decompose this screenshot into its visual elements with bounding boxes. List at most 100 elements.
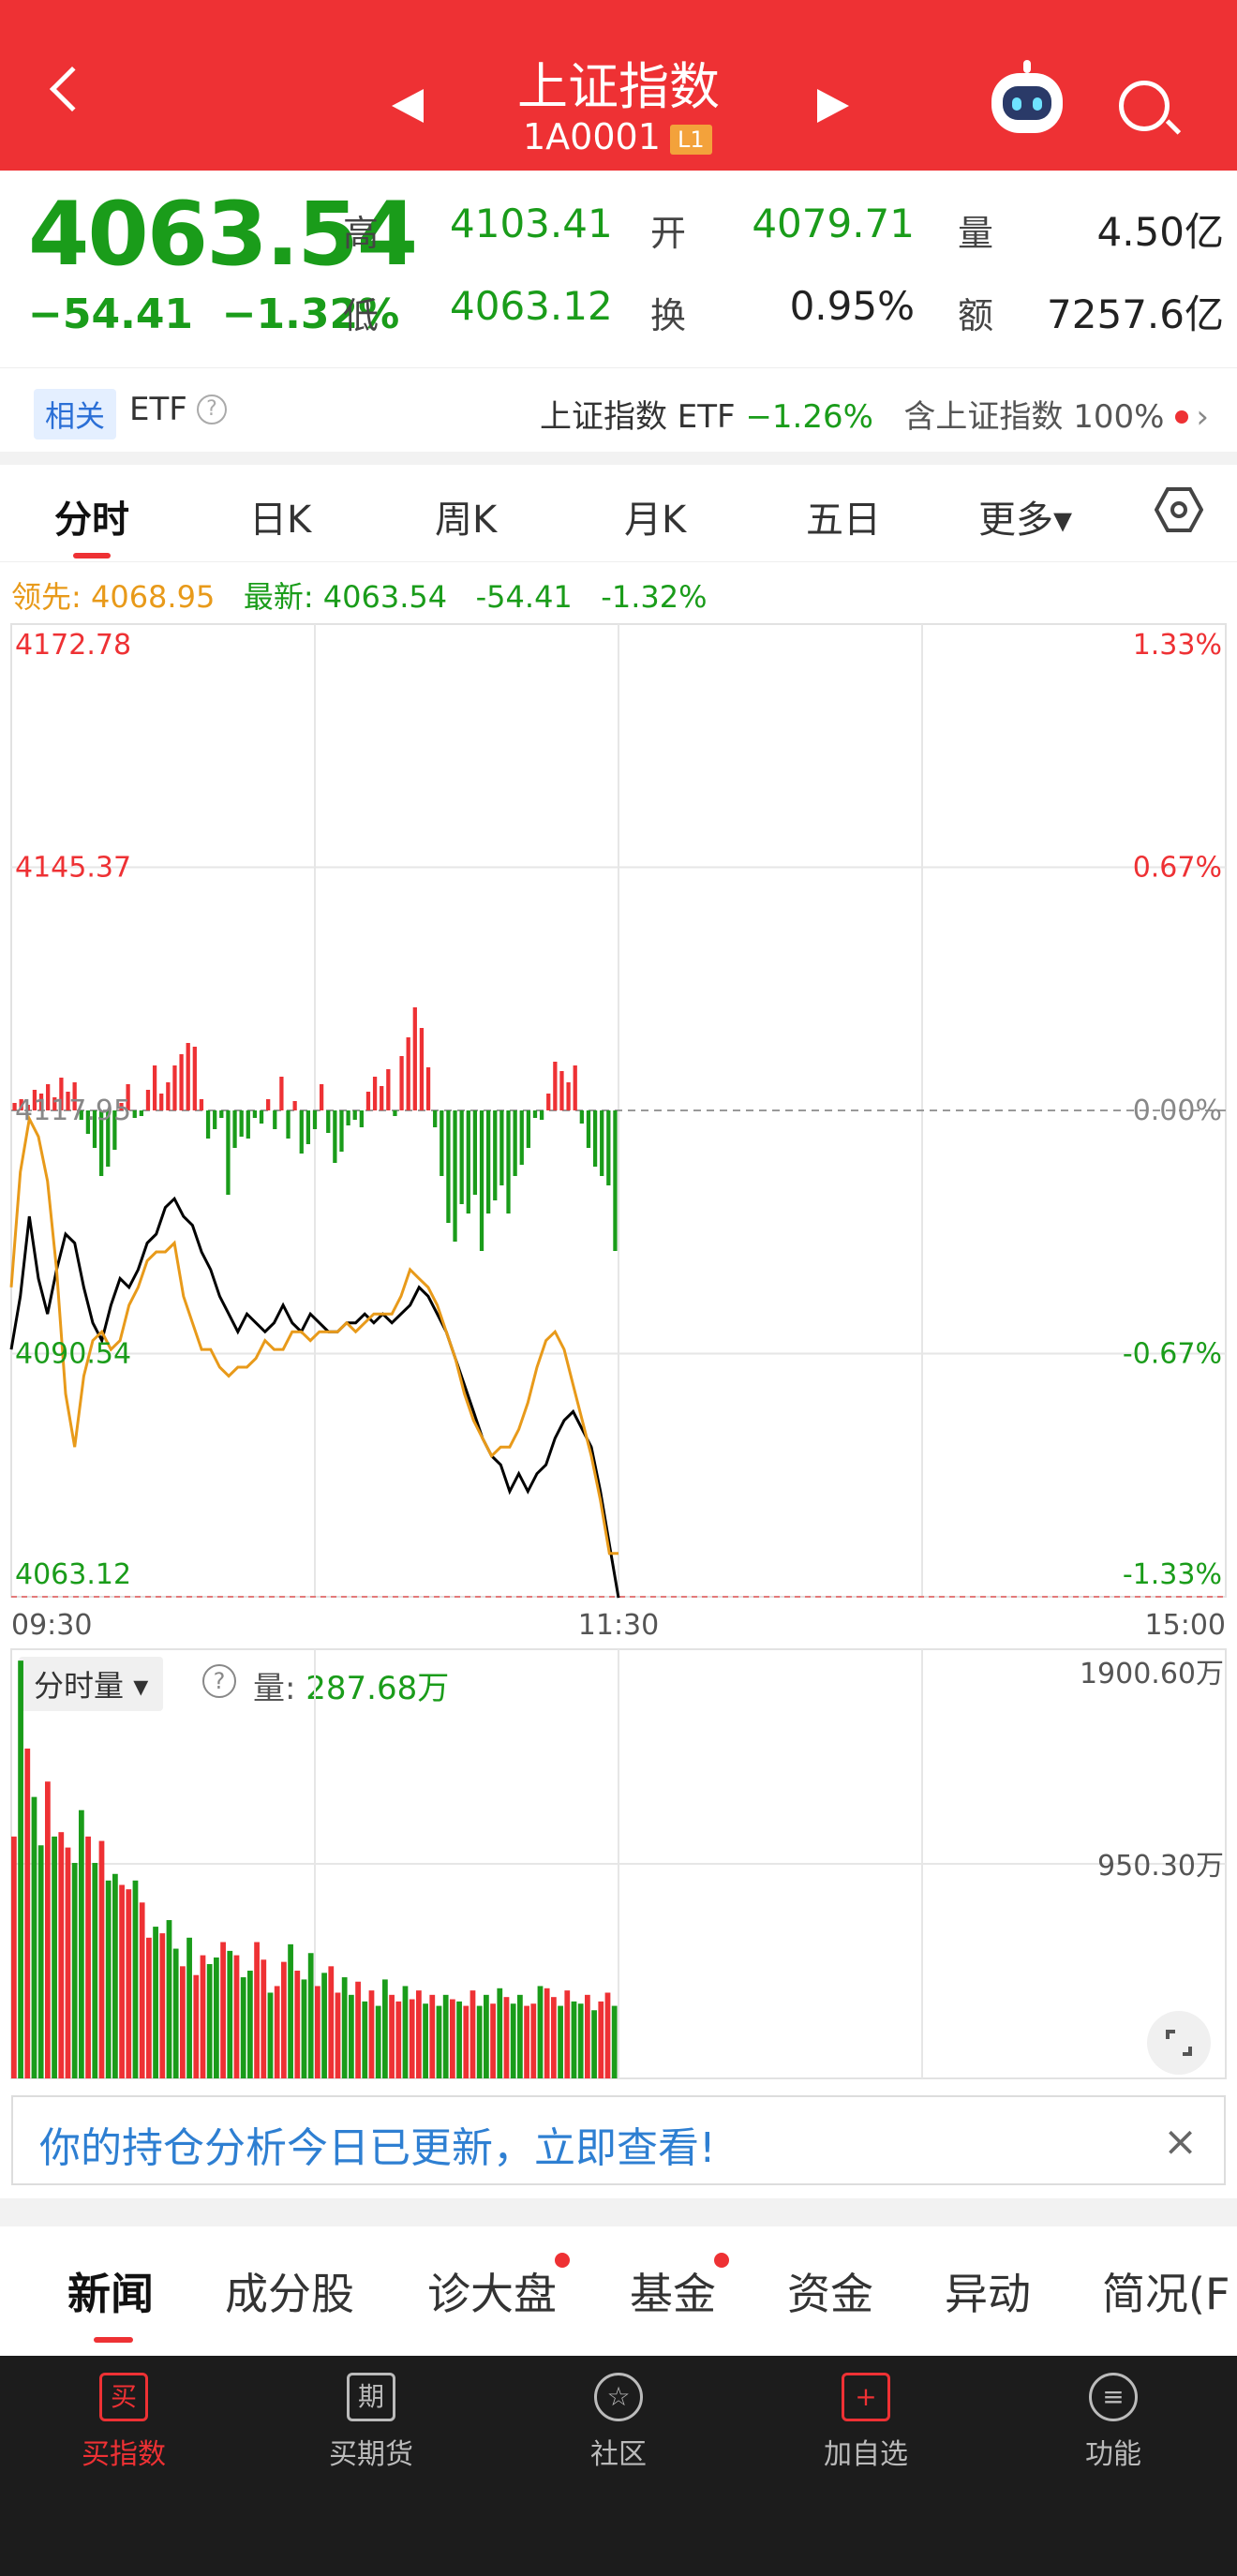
volume-bar [510,2003,516,2078]
flow-bar [186,1043,190,1110]
last-label: 最新: [243,579,314,615]
volume-bar [409,1999,415,2078]
flow-bar [346,1110,350,1125]
volume-bar [281,1961,287,2078]
robot-assistant-icon[interactable] [991,60,1063,133]
chart-legend: 领先: 4068.95 最新: 4063.54 -54.41 -1.32% [11,573,708,617]
chart-settings-icon[interactable] [1155,485,1203,534]
quote-panel: 4063.54 −54.41 −1.32% 高 4103.41 开 4079.7… [0,171,1237,367]
volume-bar [382,1979,388,2078]
close-icon[interactable]: × [1163,2118,1198,2166]
nav-add-watchlist-label: 加自选 [824,2438,908,2471]
flow-bar [406,1037,410,1110]
volume-bar [450,1999,455,2078]
volume-bar [71,1863,78,2078]
red-dot-icon [1175,410,1189,424]
last-change: -54.41 [475,579,573,615]
flow-bar [132,1110,137,1118]
volume-tick-mid: 950.30万 [1097,1850,1224,1883]
section-gap-2 [0,2198,1237,2226]
chevron-right-icon[interactable]: › [1196,398,1209,436]
related-etf-bar[interactable]: 相关 ETF ? 上证指数 ETF −1.26% 含上证指数 100% › [0,367,1237,452]
flow-bar [486,1110,491,1214]
volume-bar [119,1884,125,2078]
flow-bar [226,1110,231,1195]
volume-bar [307,1953,314,2078]
tab-news-label: 新闻 [67,2269,154,2319]
flow-bar [600,1110,604,1176]
flow-bar [506,1110,511,1214]
volume-bar [402,1986,409,2078]
futures-icon: 期 [347,2373,395,2421]
volume-bar [159,1933,166,2078]
volume-bar [98,1840,105,2078]
flow-bar [453,1110,457,1242]
tab-intraday[interactable]: 分时 [54,489,129,543]
y-tick-left: 4090.54 [15,1338,131,1371]
volume-bar [530,2003,537,2078]
flow-bar [292,1101,297,1110]
volume-bar [537,1986,544,2078]
volume-bar [497,1988,503,2078]
volume-bar [301,1979,307,2078]
fullscreen-expand-icon[interactable] [1147,2011,1211,2075]
menu-list-icon: ≡ [1089,2373,1138,2421]
etf-summary[interactable]: 上证指数 ETF −1.26% 含上证指数 100% › [540,391,1209,437]
volume-bar [463,2005,469,2078]
volume-bar [585,1994,590,2078]
tab-weekly-k[interactable]: 周K [435,489,497,543]
volume-bar [37,1845,44,2078]
flow-bar [546,1094,551,1110]
holding-label: 含上证指数 [903,398,1064,436]
volume-bar [442,1994,449,2078]
volume-bar [484,1994,489,2078]
tab-news[interactable]: 新闻 [67,2260,154,2322]
tab-constituents[interactable]: 成分股 [225,2260,354,2322]
position-analysis-banner[interactable]: 你的持仓分析今日已更新，立即查看! × [11,2095,1226,2185]
flow-bar [499,1110,504,1185]
next-index-icon[interactable] [817,89,849,123]
tab-more[interactable]: 更多▾ [978,489,1072,543]
flow-bar [306,1110,311,1144]
tab-daily-k[interactable]: 日K [249,489,311,543]
volume-chart[interactable]: 1900.60万 950.30万 [0,1647,1237,2086]
amount-label: 额 [958,295,994,336]
tab-movement[interactable]: 异动 [945,2260,1031,2322]
chart-period-tabs: 分时 日K 周K 月K 五日 更多▾ [0,465,1237,562]
volume-bar [126,1889,132,2078]
tab-monthly-k[interactable]: 月K [624,489,686,543]
volume-bar [328,1966,335,2078]
intraday-price-chart[interactable]: 4172.78 4145.37 4117.95 4090.54 4063.12 1.33%… [0,622,1237,1657]
volume-bar [186,1937,192,2078]
volume-bar [321,1973,327,2078]
volume-bar [79,1809,84,2078]
flow-bar [259,1110,264,1124]
banner-text[interactable]: 你的持仓分析今日已更新，立即查看! [39,2114,716,2174]
flow-bar [145,1090,151,1110]
tab-diagnosis[interactable]: 诊大盘 [427,2253,570,2322]
tab-five-day[interactable]: 五日 [806,489,881,543]
volume-bar [247,1971,253,2078]
tab-profile[interactable]: 简况(F [1102,2260,1230,2322]
volume-bar [503,1997,510,2078]
volume-bar [206,1963,213,2078]
volume-bar [220,1942,226,2078]
level-badge: L1 [670,125,712,155]
y-tick-left: 4172.78 [15,629,131,662]
flow-bar [273,1110,277,1129]
help-icon[interactable]: ? [197,395,227,424]
flow-bar [333,1110,337,1163]
flow-bar [613,1110,618,1251]
volume-bar [172,1948,179,2078]
tab-funds[interactable]: 基金 [630,2253,729,2322]
volume-bar [611,2005,618,2078]
active-news-tab-indicator [94,2337,133,2343]
active-tab-indicator [73,553,111,558]
lead-value: 4068.95 [90,579,216,615]
flow-bar [279,1077,284,1110]
flow-bar [446,1110,451,1223]
search-icon[interactable] [1119,81,1170,131]
amount-value: 7257.6亿 [1047,291,1224,337]
tab-capital[interactable]: 资金 [787,2260,873,2322]
flow-bar [326,1110,331,1133]
